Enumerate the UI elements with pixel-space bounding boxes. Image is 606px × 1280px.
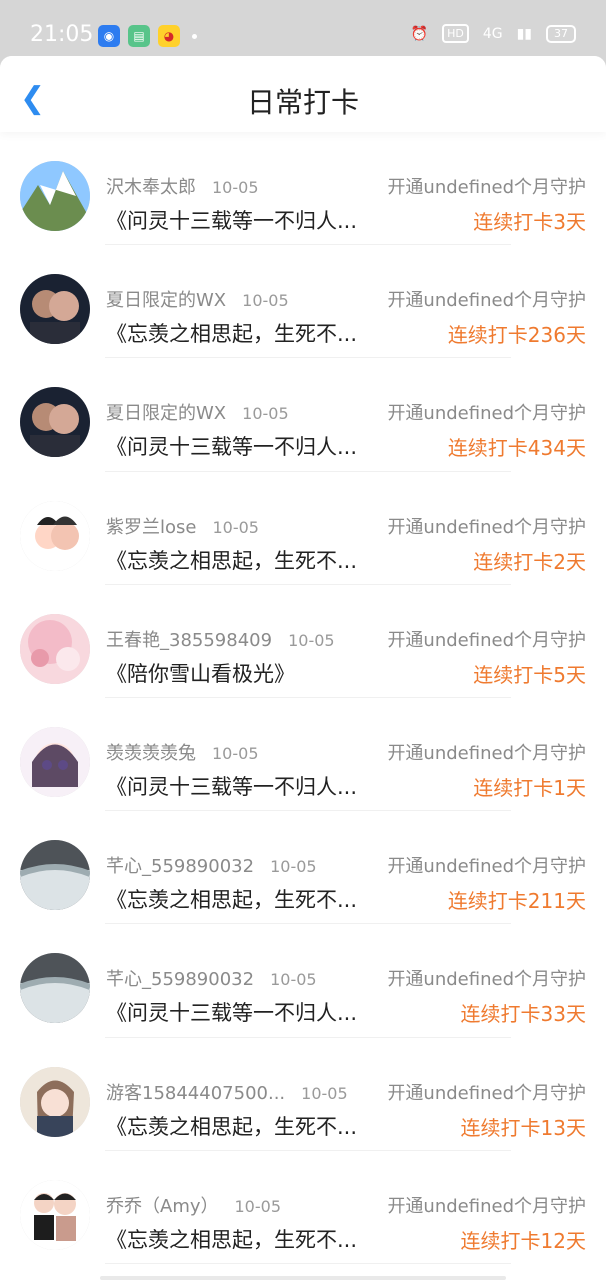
streak-text: 连续打卡2天 (473, 549, 586, 574)
guard-status: 开通undefined个月守护 (387, 856, 586, 878)
checkin-date: 10-05 (242, 404, 289, 424)
guard-status: 开通undefined个月守护 (387, 1195, 586, 1217)
browser-icon: ◉ (98, 25, 120, 47)
home-indicator (100, 1276, 506, 1280)
avatar (20, 500, 90, 571)
streak-text: 连续打卡13天 (460, 1115, 586, 1140)
avatar (20, 387, 90, 458)
page-title: 日常打卡 (246, 86, 359, 119)
avatar (20, 840, 90, 911)
streak-text: 连续打卡211天 (447, 889, 586, 914)
guard-status: 开通undefined个月守护 (387, 177, 586, 198)
avatar (20, 1066, 90, 1137)
checkin-title: 《忘羡之相思起，生死不... (106, 322, 358, 347)
avatar (20, 953, 90, 1024)
streak-text: 连续打卡434天 (447, 436, 586, 461)
checkin-title: 《忘羡之相思起，生死不... (106, 1227, 358, 1252)
guard-status: 开通undefined个月守护 (387, 969, 586, 991)
network-label: 4G (482, 25, 503, 42)
battery-icon: 37 (546, 24, 576, 43)
checkin-title: 《问灵十三载等一不归人... (106, 435, 358, 460)
status-right: ⏰ HD 4G ▮▮ 37 (411, 24, 576, 43)
status-time: 21:05 (30, 22, 94, 47)
user-name: 羡羡羡羡兔 10-05 (106, 742, 259, 764)
checkin-title: 《忘羡之相思起，生死不... (106, 888, 358, 913)
avatar (20, 161, 90, 231)
hd-icon: HD (442, 24, 469, 43)
alarm-icon: ⏰ (410, 25, 429, 42)
avatar (20, 274, 90, 345)
user-name: 夏日限定的WX 10-05 (106, 290, 289, 312)
guard-status: 开通undefined个月守护 (387, 742, 586, 764)
checkin-title: 《陪你雪山看极光》 (106, 661, 295, 686)
streak-text: 连续打卡3天 (473, 210, 586, 234)
guard-status: 开通undefined个月守护 (387, 290, 586, 312)
list-item[interactable]: 夏日限定的WX 10-05 开通undefined个月守护 《问灵十三载等一不归人… (0, 358, 606, 472)
user-name: 沢木奉太郎 10-05 (106, 177, 259, 198)
streak-text: 连续打卡12天 (460, 1228, 586, 1253)
guard-status: 开通undefined个月守护 (387, 1082, 586, 1104)
list-item[interactable]: 沢木奉太郎 10-05 开通undefined个月守护 《问灵十三载等一不归人..… (0, 132, 606, 246)
list-item[interactable]: 紫罗兰lose 10-05 开通undefined个月守护 《忘羡之相思起，生死不… (0, 472, 606, 585)
checkin-list: 沢木奉太郎 10-05 开通undefined个月守护 《问灵十三载等一不归人..… (0, 132, 606, 1265)
user-name: 紫罗兰lose 10-05 (106, 516, 259, 538)
list-item[interactable]: 夏日限定的WX 10-05 开通undefined个月守护 《忘羡之相思起，生死不… (0, 245, 606, 359)
streak-text: 连续打卡236天 (447, 323, 586, 348)
user-name: 王春艳_385598409 10-05 (106, 629, 335, 651)
checkin-date: 10-05 (212, 178, 259, 197)
checkin-date: 10-05 (234, 1196, 282, 1216)
signal-icon: ▮▮ (516, 25, 532, 42)
notification-dot-icon (192, 33, 197, 39)
list-item[interactable]: 游客15844407500... 10-05 开通undefined个月守护 《忘… (0, 1038, 606, 1151)
status-app-icons: ◉ ▤ ◕ (98, 25, 197, 47)
guard-status: 开通undefined个月守护 (387, 629, 586, 651)
user-name: 芊心_559890032 10-05 (106, 856, 317, 878)
checkin-date: 10-05 (288, 630, 335, 650)
list-item[interactable]: 王春艳_385598409 10-05 开通undefined个月守护 《陪你雪山… (0, 585, 606, 699)
checkin-date: 10-05 (242, 291, 289, 311)
checkin-title: 《问灵十三载等一不归人... (106, 209, 358, 233)
user-name: 夏日限定的WX 10-05 (106, 403, 289, 425)
guard-status: 开通undefined个月守护 (387, 516, 586, 538)
list-item[interactable]: 乔乔（Amy） 10-05 开通undefined个月守护 《忘羡之相思起，生死不… (0, 1151, 606, 1265)
guard-status: 开通undefined个月守护 (387, 403, 586, 425)
streak-text: 连续打卡5天 (473, 662, 586, 687)
checkin-date: 10-05 (212, 743, 259, 763)
checkin-date: 10-05 (270, 970, 317, 990)
user-name: 游客15844407500... 10-05 (106, 1082, 348, 1104)
calendar-app-icon: ▤ (128, 25, 150, 47)
checkin-title: 《忘羡之相思起，生死不... (106, 548, 358, 573)
checkin-date: 10-05 (301, 1083, 348, 1103)
app-screen: ❮ 日常打卡 沢木奉太郎 10-05 开通undefined个月守护 《问灵十三载… (0, 56, 606, 1280)
checkin-date: 10-05 (270, 857, 317, 877)
user-name: 乔乔（Amy） 10-05 (106, 1195, 282, 1217)
top-navigation: ❮ 日常打卡 (0, 56, 606, 132)
checkin-title: 《问灵十三载等一不归人... (106, 1001, 358, 1026)
list-item[interactable]: 羡羡羡羡兔 10-05 开通undefined个月守护 《问灵十三载等一不归人..… (0, 698, 606, 812)
avatar (20, 726, 90, 797)
weibo-icon: ◕ (158, 25, 180, 47)
user-name: 芊心_559890032 10-05 (106, 969, 317, 991)
streak-text: 连续打卡33天 (460, 1002, 586, 1027)
list-item[interactable]: 芊心_559890032 10-05 开通undefined个月守护 《忘羡之相思… (0, 811, 606, 925)
checkin-title: 《忘羡之相思起，生死不... (106, 1114, 358, 1139)
streak-text: 连续打卡1天 (473, 775, 586, 800)
checkin-date: 10-05 (212, 517, 259, 537)
checkin-title: 《问灵十三载等一不归人... (106, 774, 358, 799)
avatar (20, 613, 90, 684)
list-item[interactable]: 芊心_559890032 10-05 开通undefined个月守护 《问灵十三载… (0, 924, 606, 1038)
avatar (20, 1179, 90, 1250)
